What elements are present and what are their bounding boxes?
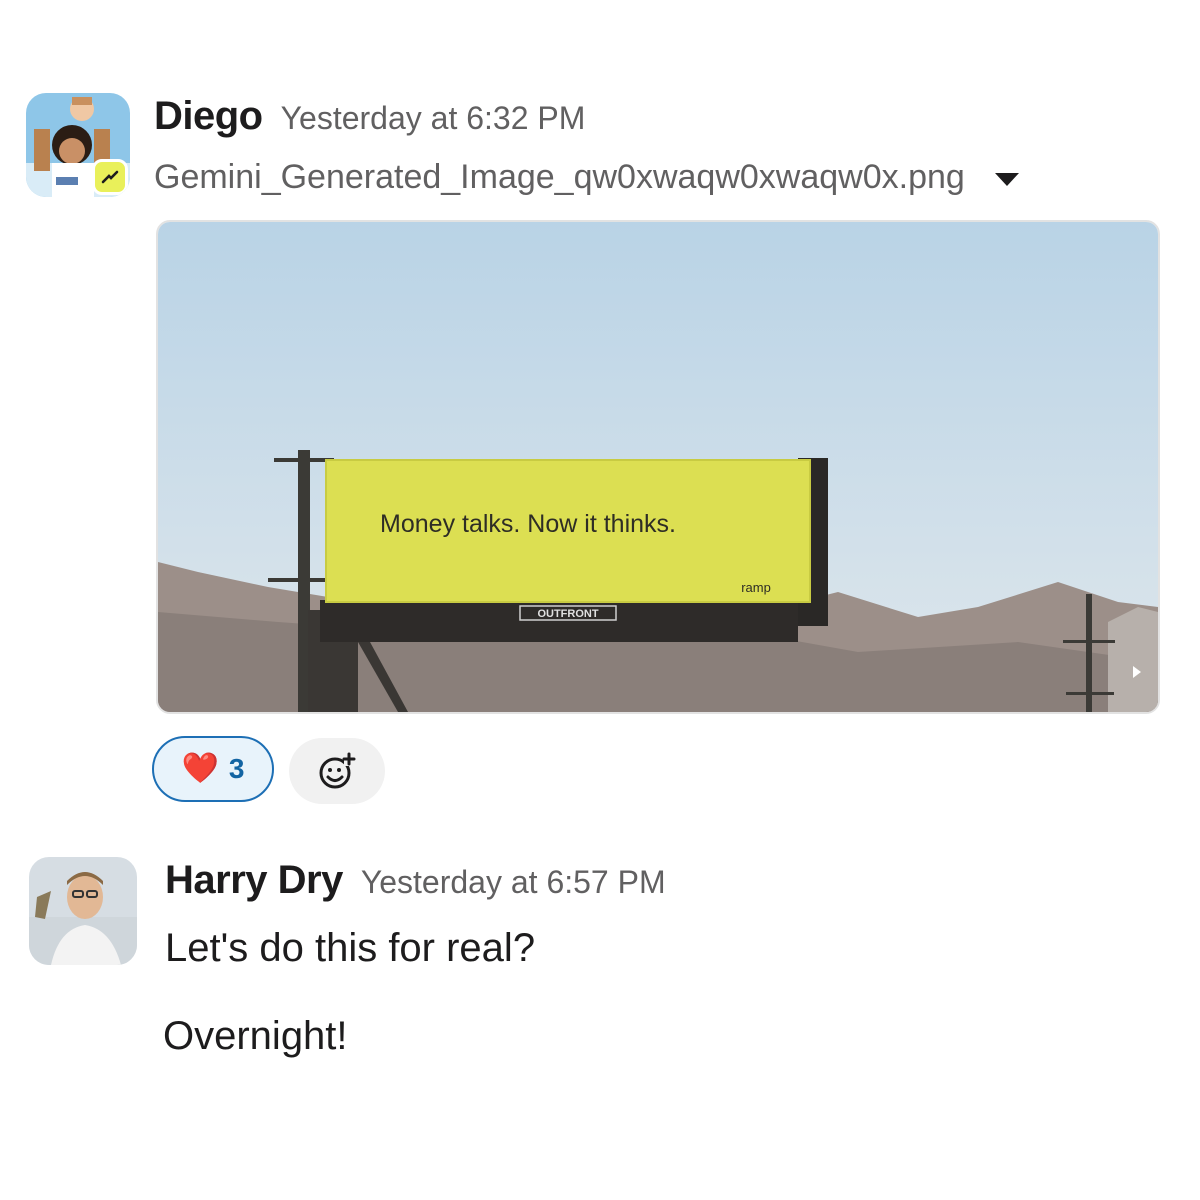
heart-emoji-icon: ❤️	[181, 752, 219, 785]
attachment-image[interactable]: Money talks. Now it thinks. ramp OUTFRON…	[156, 220, 1160, 714]
avatar-harry[interactable]	[29, 857, 137, 965]
brand-text: ramp	[741, 580, 771, 595]
author-name[interactable]: Diego	[154, 94, 263, 139]
operator-text: OUTFRONT	[537, 608, 598, 620]
timestamp[interactable]: Yesterday at 6:57 PM	[361, 864, 666, 901]
add-reaction-button[interactable]	[289, 738, 385, 804]
billboard-photo: Money talks. Now it thinks. ramp OUTFRON…	[158, 222, 1158, 712]
author-name[interactable]: Harry Dry	[165, 858, 343, 903]
message-text: Let's do this for real?	[165, 926, 536, 970]
message-header: Diego Yesterday at 6:32 PM	[154, 94, 585, 139]
yellow-ramp-badge-icon	[92, 159, 128, 195]
message-header: Harry Dry Yesterday at 6:57 PM	[165, 858, 666, 903]
reaction-heart[interactable]: ❤️ 3	[152, 736, 274, 802]
chevron-down-icon[interactable]	[994, 173, 1019, 186]
attachment-header[interactable]: Gemini_Generated_Image_qw0xwaqw0xwaqw0x.…	[154, 158, 1019, 197]
add-emoji-icon	[319, 752, 356, 789]
harry-avatar-icon	[29, 857, 137, 965]
billboard-text: Money talks. Now it thinks.	[380, 510, 676, 538]
avatar-diego[interactable]	[26, 93, 130, 197]
attachment-filename[interactable]: Gemini_Generated_Image_qw0xwaqw0xwaqw0x.…	[154, 158, 965, 197]
timestamp[interactable]: Yesterday at 6:32 PM	[281, 100, 586, 137]
reaction-count: 3	[228, 753, 245, 784]
message-text: Overnight!	[163, 1014, 348, 1058]
